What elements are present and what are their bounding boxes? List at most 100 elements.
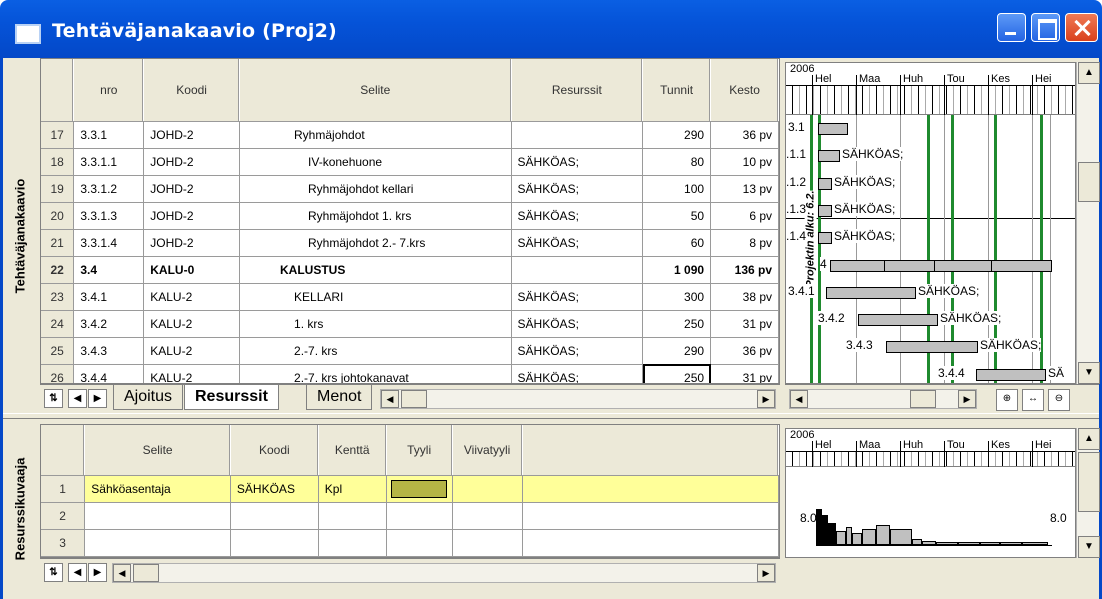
zoom-out-icon[interactable]: ⊖ <box>1048 389 1070 411</box>
res-cell-viivatyyli[interactable] <box>452 502 523 530</box>
gantt-bar[interactable] <box>818 204 832 217</box>
resource-row[interactable]: 3 <box>41 529 779 557</box>
cell-tunnit[interactable]: 290 <box>642 121 712 149</box>
header-nro[interactable]: nro <box>73 59 145 122</box>
res-cell-tyyli[interactable] <box>386 475 453 503</box>
row-number[interactable]: 18 <box>41 148 75 176</box>
header-kesto[interactable]: Kesto <box>710 59 779 122</box>
cell-selite[interactable]: 2.-7. krs johtokanavat <box>239 364 512 383</box>
res-cell-tyyli[interactable] <box>386 502 453 530</box>
table-row[interactable]: 24 3.4.2 KALU-2 1. krs SÄHKÖAS; 250 31 pv <box>41 310 779 338</box>
cell-tunnit[interactable]: 100 <box>642 175 712 203</box>
table-row[interactable]: 25 3.4.3 KALU-2 2.-7. krs SÄHKÖAS; 290 36 pv <box>41 337 779 365</box>
cell-resurssit[interactable]: SÄHKÖAS; <box>511 202 644 230</box>
gantt-scroll-down-button[interactable]: ▼ <box>1078 362 1100 384</box>
tab-menot[interactable]: Menot <box>306 385 373 410</box>
tab-scroll-left-button[interactable]: ◀ <box>68 389 87 408</box>
cell-koodi[interactable]: KALU-2 <box>143 310 241 338</box>
cell-koodi[interactable]: KALU-2 <box>143 337 241 365</box>
cell-tunnit[interactable]: 80 <box>642 148 712 176</box>
header-resurssit[interactable]: Resurssit <box>511 59 644 122</box>
gantt-bar[interactable] <box>830 259 1052 272</box>
close-button[interactable] <box>1065 13 1098 42</box>
res-cell-kentta[interactable]: Kpl <box>318 475 387 503</box>
gantt-bar[interactable] <box>886 341 978 354</box>
resource-grid[interactable]: Selite Koodi Kenttä Tyyli Viivatyyli 1 Sä… <box>40 424 780 558</box>
cell-resurssit[interactable]: SÄHKÖAS; <box>511 337 644 365</box>
cell-nro[interactable]: 3.3.1.1 <box>73 148 145 176</box>
cell-kesto[interactable]: 6 pv <box>710 202 779 230</box>
res-scroll-right-button[interactable]: ▶ <box>88 563 107 582</box>
gantt-scroll-right-button[interactable]: ▶ <box>958 390 976 408</box>
row-number[interactable]: 19 <box>41 175 75 203</box>
tab-resurssit[interactable]: Resurssit <box>184 385 279 410</box>
res-cell-empty[interactable] <box>522 529 779 557</box>
res-row-number[interactable]: 2 <box>41 502 86 530</box>
cell-resurssit[interactable]: SÄHKÖAS; <box>511 283 644 311</box>
table-row[interactable]: 23 3.4.1 KALU-2 KELLARI SÄHKÖAS; 300 38 pv <box>41 283 779 311</box>
header-koodi[interactable]: Koodi <box>143 59 241 122</box>
cell-kesto[interactable]: 136 pv <box>710 256 779 284</box>
cell-selite[interactable]: IV-konehuone <box>239 148 512 176</box>
gantt-scroll-left-button[interactable]: ◀ <box>790 390 808 408</box>
res-cell-tyyli[interactable] <box>386 529 453 557</box>
res-header-kentta[interactable]: Kenttä <box>318 425 387 476</box>
cell-resurssit[interactable]: SÄHKÖAS; <box>511 175 644 203</box>
res-cell-kentta[interactable] <box>318 529 387 557</box>
header-tunnit[interactable]: Tunnit <box>642 59 712 122</box>
tab-ajoitus[interactable]: Ajoitus <box>113 385 184 410</box>
cell-koodi[interactable]: JOHD-2 <box>143 202 241 230</box>
minimize-button[interactable] <box>997 13 1026 42</box>
table-row[interactable]: 18 3.3.1.1 JOHD-2 IV-konehuone SÄHKÖAS; 80 10 … <box>41 148 779 176</box>
table-row[interactable]: 21 3.3.1.4 JOHD-2 Ryhmäjohdot 2.- 7.krs SÄHK… <box>41 229 779 257</box>
cell-koodi[interactable]: JOHD-2 <box>143 175 241 203</box>
zoom-in-icon[interactable]: ⊕ <box>996 389 1018 411</box>
res-vscroll-down[interactable]: ▼ <box>1078 536 1100 558</box>
res-vscroll-thumb[interactable] <box>1078 452 1100 512</box>
cell-selite[interactable]: 1. krs <box>239 310 512 338</box>
cell-selite[interactable]: Ryhmäjohdot kellari <box>239 175 512 203</box>
cell-kesto[interactable]: 10 pv <box>710 148 779 176</box>
gantt-bar[interactable] <box>818 177 832 190</box>
res-header-corner[interactable] <box>41 425 86 476</box>
table-row[interactable]: 19 3.3.1.2 JOHD-2 Ryhmäjohdot kellari SÄHKÖA… <box>41 175 779 203</box>
sort-icon[interactable]: ⇅ <box>44 389 63 408</box>
panel-splitter[interactable] <box>3 413 1099 419</box>
res-cell-empty[interactable] <box>522 502 779 530</box>
cell-koodi[interactable]: JOHD-2 <box>143 148 241 176</box>
res-cell-viivatyyli[interactable] <box>452 529 523 557</box>
cell-resurssit[interactable] <box>511 256 644 284</box>
row-number[interactable]: 24 <box>41 310 75 338</box>
cell-nro[interactable]: 3.4.1 <box>73 283 145 311</box>
cell-kesto[interactable]: 31 pv <box>710 310 779 338</box>
maximize-button[interactable] <box>1031 13 1060 42</box>
cell-nro[interactable]: 3.3.1.3 <box>73 202 145 230</box>
resource-row[interactable]: 2 <box>41 502 779 530</box>
cell-nro[interactable]: 3.4 <box>73 256 145 284</box>
table-row[interactable]: 20 3.3.1.3 JOHD-2 Ryhmäjohdot 1. krs SÄHKÖAS… <box>41 202 779 230</box>
res-cell-selite[interactable] <box>84 529 231 557</box>
row-number[interactable]: 21 <box>41 229 75 257</box>
cell-tunnit[interactable]: 290 <box>642 337 712 365</box>
res-hscroll-left[interactable]: ◀ <box>113 564 131 582</box>
res-hscroll-thumb[interactable] <box>133 564 159 582</box>
row-number[interactable]: 23 <box>41 283 75 311</box>
cell-resurssit[interactable]: SÄHKÖAS; <box>511 310 644 338</box>
gantt-bar[interactable] <box>818 232 832 245</box>
res-cell-empty[interactable] <box>522 475 779 503</box>
table-row[interactable]: 22 3.4 KALU-0 KALUSTUS 1 090 136 pv <box>41 256 779 284</box>
cell-nro[interactable]: 3.4.2 <box>73 310 145 338</box>
res-hscrollbar[interactable]: ◀ ▶ <box>112 563 776 583</box>
cell-nro[interactable]: 3.3.1 <box>73 121 145 149</box>
cell-tunnit[interactable]: 1 090 <box>642 256 712 284</box>
gantt-h-thumb[interactable] <box>910 390 936 408</box>
cell-kesto[interactable]: 13 pv <box>710 175 779 203</box>
cell-selite[interactable]: KALUSTUS <box>239 256 512 284</box>
cell-resurssit[interactable] <box>511 121 644 149</box>
res-header-koodi[interactable]: Koodi <box>230 425 319 476</box>
gantt-scroll-up-button[interactable]: ▲ <box>1078 62 1100 84</box>
res-hscroll-right[interactable]: ▶ <box>757 564 775 582</box>
cell-selite[interactable]: KELLARI <box>239 283 512 311</box>
res-row-number[interactable]: 1 <box>41 475 86 503</box>
task-grid[interactable]: nro Koodi Selite Resurssit Tunnit Kesto … <box>40 58 780 384</box>
